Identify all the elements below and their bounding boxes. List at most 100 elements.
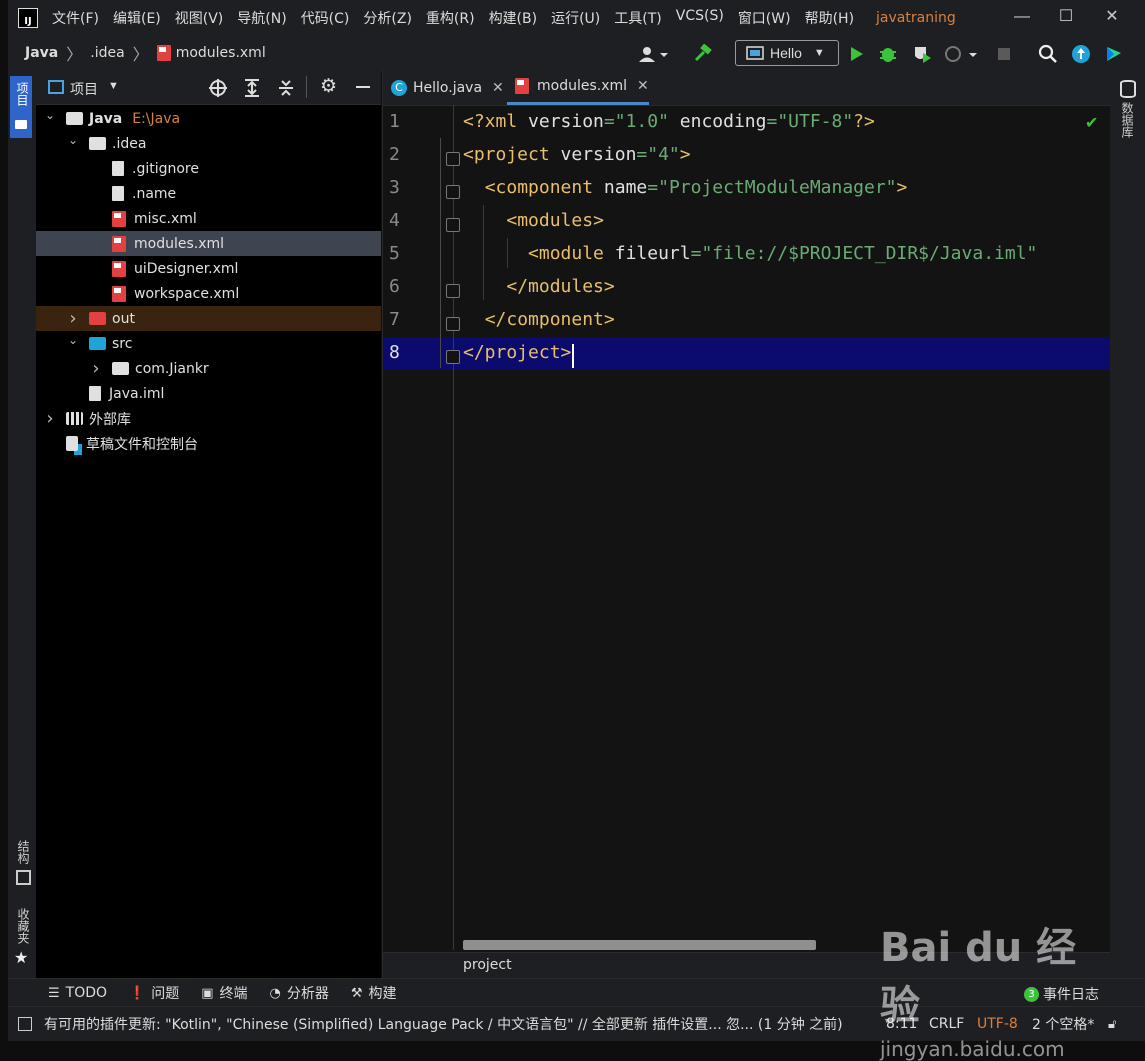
fold-marker-icon[interactable]	[446, 284, 460, 298]
run-config-select[interactable]: Hello ▼	[735, 40, 839, 66]
code-line[interactable]: <?xml version="1.0" encoding="UTF-8"?>	[463, 111, 875, 132]
chevron-right-icon[interactable]: ›	[44, 408, 56, 429]
tree-item[interactable]: .name	[36, 181, 381, 206]
tree-item-label: .idea	[112, 135, 147, 152]
code-line[interactable]: <modules>	[463, 210, 604, 231]
project-tool-tab[interactable]: 项目	[10, 76, 32, 138]
tree-item[interactable]: 草稿文件和控制台	[36, 431, 381, 456]
close-tab-icon[interactable]: ✕	[492, 80, 504, 96]
chevron-right-icon[interactable]: ›	[67, 308, 79, 329]
tree-item[interactable]: ⌄ .idea	[36, 131, 381, 156]
toggle-tool-windows-icon[interactable]	[18, 1017, 32, 1031]
debug-icon[interactable]	[878, 44, 898, 64]
menu-item[interactable]: 帮助(H)	[805, 8, 854, 28]
chevron-down-icon[interactable]: ⌄	[44, 108, 56, 122]
tree-item[interactable]: ⌄ Java E:\Java	[36, 106, 381, 131]
tree-item[interactable]: › out	[36, 306, 381, 331]
vcs-user-icon[interactable]	[636, 44, 670, 64]
run-icon[interactable]	[846, 44, 866, 64]
tree-item[interactable]: workspace.xml	[36, 281, 381, 306]
fold-marker-icon[interactable]	[446, 218, 460, 232]
tree-item[interactable]: .gitignore	[36, 156, 381, 181]
menu-item[interactable]: 编辑(E)	[113, 8, 161, 28]
profile-icon[interactable]	[944, 44, 978, 64]
menu-item[interactable]: 代码(C)	[301, 8, 350, 28]
breadcrumb-root[interactable]: Java	[25, 45, 58, 61]
tool-window-button[interactable]: ☰ TODO	[48, 983, 107, 1003]
tree-item-label: .gitignore	[132, 160, 199, 177]
menu-item[interactable]: 窗口(W)	[738, 8, 791, 28]
fold-marker-icon[interactable]	[446, 152, 460, 166]
close-tab-icon[interactable]: ✕	[637, 78, 649, 94]
code-line[interactable]: <module fileurl="file://$PROJECT_DIR$/Ja…	[463, 243, 1037, 264]
collapse-all-icon[interactable]	[276, 78, 296, 98]
expand-all-icon[interactable]	[242, 78, 262, 98]
tool-window-button[interactable]: ▣ 终端	[201, 983, 247, 1003]
tool-window-label: 终端	[219, 986, 248, 1002]
line-number: 3	[389, 177, 400, 198]
stop-icon[interactable]	[994, 44, 1014, 64]
unlock-icon[interactable]: 🔓︎	[1108, 1017, 1116, 1032]
tree-item[interactable]: › 外部库	[36, 406, 381, 431]
breadcrumb-file[interactable]: modules.xml	[156, 45, 266, 61]
minimize-panel-icon[interactable]	[356, 86, 370, 88]
menu-item[interactable]: 构建(B)	[489, 8, 538, 28]
library-icon	[66, 412, 83, 425]
structure-tool-tab[interactable]: 结构	[15, 840, 32, 864]
maximize-button[interactable]: ☐	[1056, 7, 1076, 27]
favorites-tool-tab[interactable]: 收藏夹	[15, 908, 32, 944]
tree-item-label: 外部库	[89, 411, 131, 428]
menu-item[interactable]: 导航(N)	[237, 8, 286, 28]
editor-breadcrumb-item[interactable]: project	[463, 957, 512, 973]
search-icon[interactable]	[1038, 44, 1058, 64]
code-line[interactable]: </modules>	[463, 276, 614, 297]
tool-window-button[interactable]: ⚒ 构建	[351, 983, 397, 1003]
fold-marker-icon[interactable]	[446, 317, 460, 331]
code-line[interactable]: </project>	[463, 342, 571, 363]
tree-item[interactable]: › com.Jiankr	[36, 356, 381, 381]
tree-item[interactable]: Java.iml	[36, 381, 381, 406]
xml-file-icon	[112, 260, 126, 277]
menu-item[interactable]: VCS(S)	[676, 8, 724, 28]
fold-marker-icon[interactable]	[446, 185, 460, 199]
status-message[interactable]: 有可用的插件更新: "Kotlin", "Chinese (Simplified…	[44, 1014, 874, 1034]
coverage-icon[interactable]	[912, 44, 932, 64]
chevron-right-icon[interactable]: ›	[90, 358, 102, 379]
gear-icon[interactable]: ⚙	[320, 75, 337, 98]
build-hammer-icon[interactable]	[692, 44, 712, 64]
inspection-ok-icon[interactable]: ✔	[1085, 113, 1098, 133]
update-icon[interactable]	[1071, 44, 1091, 64]
chevron-down-icon[interactable]: ⌄	[67, 133, 79, 147]
chevron-down-icon[interactable]: ⌄	[67, 333, 79, 347]
text-file-icon	[112, 186, 124, 201]
close-window-button[interactable]: ✕	[1102, 7, 1122, 27]
chevron-down-icon[interactable]: ▼	[108, 80, 119, 92]
fold-marker-icon[interactable]	[446, 350, 460, 364]
tree-item[interactable]: modules.xml	[36, 231, 381, 256]
menu-item[interactable]: 工具(T)	[614, 8, 661, 28]
menu-item[interactable]: 视图(V)	[175, 8, 224, 28]
tab-modules-xml[interactable]: modules.xml ✕	[507, 70, 649, 105]
horizontal-scrollbar[interactable]	[463, 940, 816, 950]
menu-item[interactable]: 运行(U)	[551, 8, 600, 28]
locate-icon[interactable]	[208, 78, 228, 98]
jetbrains-toolbox-icon[interactable]	[1104, 44, 1124, 64]
tree-item[interactable]: ⌄ src	[36, 331, 381, 356]
code-line[interactable]: <project version="4">	[463, 144, 691, 165]
chevron-right-icon: 〉	[66, 47, 83, 64]
database-tool-tab[interactable]: 数据库	[1119, 102, 1136, 138]
tree-item[interactable]: misc.xml	[36, 206, 381, 231]
menu-item[interactable]: 分析(Z)	[363, 8, 412, 28]
minimize-button[interactable]: —	[1012, 7, 1032, 27]
tool-window-button[interactable]: ◔ 分析器	[270, 983, 329, 1003]
menu-item[interactable]: 文件(F)	[52, 8, 99, 28]
tool-window-button[interactable]: ❗ 问题	[129, 983, 179, 1003]
code-line[interactable]: </component>	[463, 309, 615, 330]
breadcrumb-folder[interactable]: .idea	[90, 45, 124, 61]
code-line[interactable]: <component name="ProjectModuleManager">	[463, 177, 908, 198]
project-panel-title[interactable]: 项目	[70, 79, 98, 99]
breadcrumb-file-label: modules.xml	[175, 45, 266, 61]
menu-item[interactable]: 重构(R)	[426, 8, 475, 28]
tree-item[interactable]: uiDesigner.xml	[36, 256, 381, 281]
tab-hello-java[interactable]: C Hello.java ✕	[391, 70, 504, 105]
